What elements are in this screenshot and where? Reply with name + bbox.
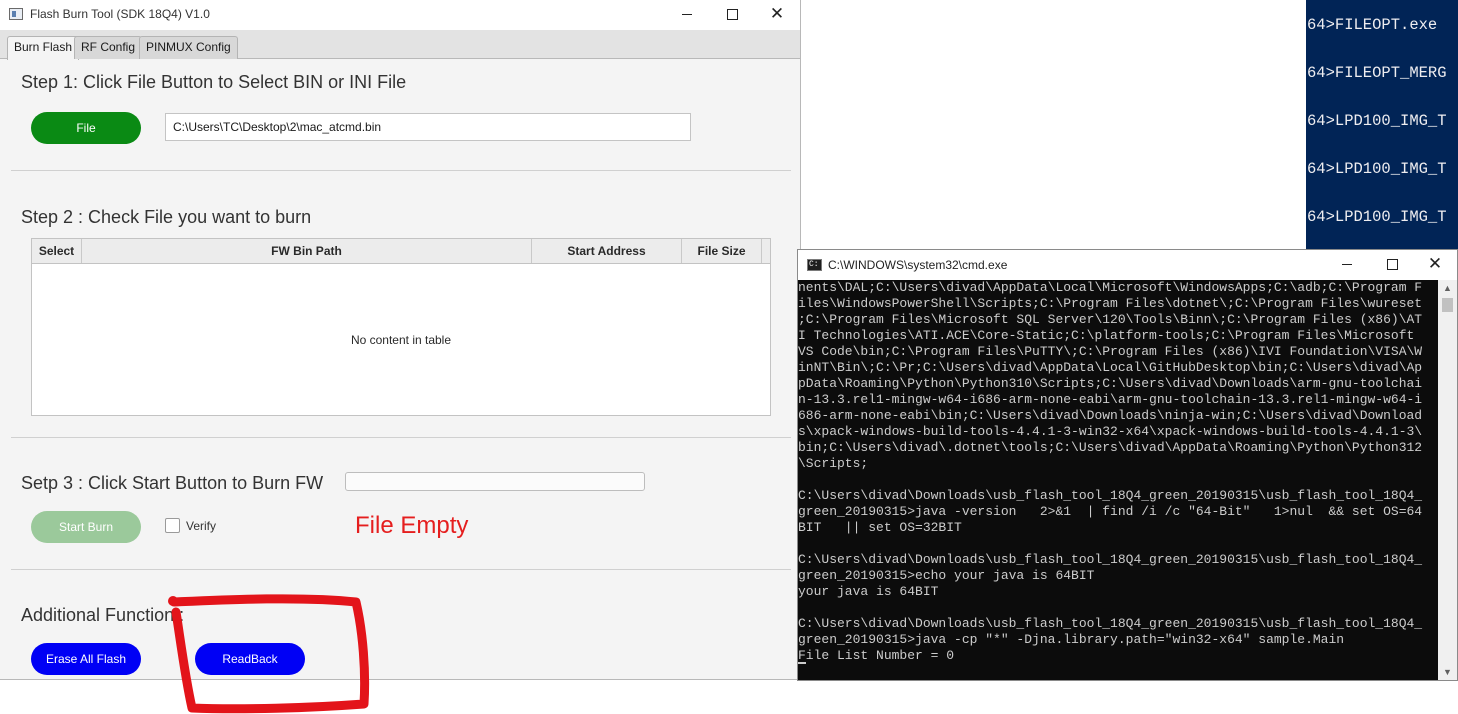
console-line: C:\Users\divad\Downloads\usb_flash_tool_… — [798, 552, 1423, 567]
column-header-start-address[interactable]: Start Address — [532, 239, 682, 263]
console-line: green_20190315>echo your java is 64BIT — [798, 568, 1095, 583]
console-line: I Technologies\ATI.ACE\Core-Static;C:\pl… — [798, 328, 1415, 343]
tab-rf-config[interactable]: RF Config — [74, 36, 143, 59]
step1-title: Step 1: Click File Button to Select BIN … — [21, 72, 407, 92]
close-icon[interactable]: ✕ — [1412, 250, 1457, 280]
erase-all-flash-button[interactable]: Erase All Flash — [31, 643, 141, 675]
console-line: n-13.3.rel1-mingw-w64-i686-arm-none-eabi… — [798, 392, 1423, 407]
console-line: BIT || set OS=32BIT — [798, 520, 962, 535]
console-line: bin;C:\Users\divad\.dotnet\tools;C:\User… — [798, 440, 1423, 455]
console-line: \Scripts; — [798, 456, 869, 471]
title-bar[interactable]: Flash Burn Tool (SDK 18Q4) V1.0 ✕ — [0, 0, 800, 30]
console-output[interactable]: nents\DAL;C:\Users\divad\AppData\Local\M… — [798, 280, 1438, 680]
table-empty-message: No content in table — [350, 333, 452, 347]
console-line: inNT\Bin\;C:\Pr;C:\Users\divad\AppData\L… — [798, 360, 1423, 375]
console-line: C:\Users\divad\Downloads\usb_flash_tool_… — [798, 488, 1423, 503]
close-icon[interactable]: ✕ — [754, 0, 800, 30]
tab-strip: Burn Flash RF Config PINMUX Config — [0, 30, 800, 60]
scroll-down-icon[interactable]: ▼ — [1438, 664, 1457, 680]
console-line: 686-arm-none-eabi\bin;C:\Users\divad\Dow… — [798, 408, 1423, 423]
cmd-window-title: C:\WINDOWS\system32\cmd.exe — [828, 258, 1008, 272]
console-line: s\xpack-windows-build-tools-4.4.1-3-win3… — [798, 424, 1423, 439]
divider — [11, 437, 791, 438]
maximize-icon[interactable] — [1369, 250, 1415, 280]
divider — [11, 170, 791, 171]
ps-line: 64>FILEOPT_MERG — [1307, 64, 1447, 82]
console-line: C:\Users\divad\Downloads\usb_flash_tool_… — [798, 616, 1423, 631]
ps-line: 64>LPD100_IMG_T — [1307, 160, 1447, 178]
verify-label: Verify — [186, 519, 217, 533]
console-line: pData\Roaming\Python\Python310\Scripts;C… — [798, 376, 1423, 391]
burn-progress-bar — [345, 472, 645, 491]
console-line: iles\WindowsPowerShell\Scripts;C:\Progra… — [798, 296, 1423, 311]
console-line: green_20190315>java -cp "*" -Djna.librar… — [798, 632, 1345, 647]
console-icon: C: — [807, 259, 822, 271]
step2-title: Step 2 : Check File you want to burn — [21, 207, 312, 227]
file-button[interactable]: File — [31, 112, 141, 144]
column-header-select[interactable]: Select — [32, 239, 82, 263]
table-header: Select FW Bin Path Start Address File Si… — [32, 239, 770, 264]
ps-line: 64>FILEOPT.exe — [1307, 16, 1438, 34]
fw-file-table[interactable]: Select FW Bin Path Start Address File Si… — [31, 238, 771, 416]
flash-burn-tool-window: Flash Burn Tool (SDK 18Q4) V1.0 ✕ Burn F… — [0, 0, 801, 680]
console-line: ;C:\Program Files\Microsoft SQL Server\1… — [798, 312, 1423, 327]
console-line: your java is 64BIT — [798, 584, 939, 599]
status-message: File Empty — [355, 512, 469, 539]
scroll-up-icon[interactable]: ▲ — [1438, 280, 1457, 296]
cmd-window: C: C:\WINDOWS\system32\cmd.exe ✕ nents\D… — [797, 249, 1458, 681]
tab-pinmux-config[interactable]: PINMUX Config — [139, 36, 238, 59]
ps-line: 64>LPD100_IMG_T — [1307, 208, 1447, 226]
console-line: green_20190315>java -version 2>&1 | find… — [798, 504, 1423, 519]
console-line: nents\DAL;C:\Users\divad\AppData\Local\M… — [798, 280, 1423, 295]
step3-title: Setp 3 : Click Start Button to Burn FW — [21, 473, 324, 493]
minimize-icon[interactable] — [664, 0, 710, 30]
minimize-icon[interactable] — [1324, 250, 1370, 280]
verify-checkbox[interactable] — [165, 518, 180, 533]
red-highlight-box — [168, 594, 370, 714]
powershell-background: 64>FILEOPT.exe 64>FILEOPT_MERG 64>LPD100… — [1306, 0, 1458, 250]
file-path-field[interactable]: C:\Users\TC\Desktop\2\mac_atcmd.bin — [165, 113, 691, 141]
cmd-scrollbar[interactable]: ▲ ▼ — [1438, 280, 1457, 680]
window-title: Flash Burn Tool (SDK 18Q4) V1.0 — [30, 7, 210, 21]
console-line: VS Code\bin;C:\Program Files\PuTTY\;C:\P… — [798, 344, 1423, 359]
scroll-thumb[interactable] — [1442, 298, 1453, 312]
column-header-fw-bin-path[interactable]: FW Bin Path — [82, 239, 532, 263]
cmd-title-bar[interactable]: C: C:\WINDOWS\system32\cmd.exe ✕ — [798, 250, 1457, 280]
maximize-icon[interactable] — [709, 0, 755, 30]
column-header-file-size[interactable]: File Size — [682, 239, 762, 263]
console-line: File List Number = 0 — [798, 648, 955, 663]
app-window-icon — [9, 8, 23, 20]
start-burn-button[interactable]: Start Burn — [31, 511, 141, 543]
tab-burn-flash[interactable]: Burn Flash — [7, 36, 80, 60]
ps-line: 64>LPD100_IMG_T — [1307, 112, 1447, 130]
divider — [11, 569, 791, 570]
